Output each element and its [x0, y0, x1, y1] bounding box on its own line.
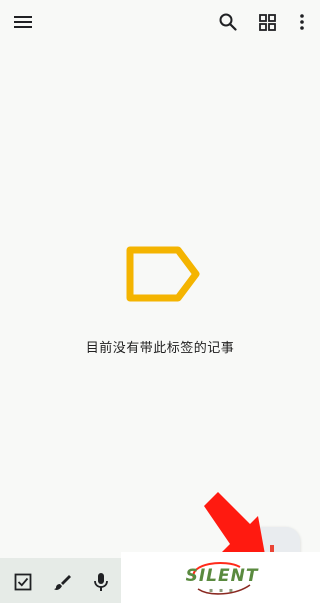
label-outline-icon — [122, 244, 202, 304]
microphone-icon[interactable] — [89, 570, 113, 594]
search-icon[interactable] — [216, 10, 240, 34]
watermark-text: SILENT — [185, 566, 259, 586]
more-vert-icon[interactable] — [290, 10, 314, 34]
bottom-toolbar — [0, 558, 121, 603]
checkbox-icon[interactable] — [11, 570, 35, 594]
grid-view-icon[interactable] — [255, 10, 279, 34]
brush-icon[interactable] — [50, 570, 74, 594]
silent-watermark-logo: SILENT ▪ ▪ ▪ — [180, 557, 264, 599]
keep-label-screen: 目前没有带此标签的记事 SILENT ▪ ▪ ▪ — [0, 0, 320, 603]
watermark-sub-dots: ▪ ▪ ▪ — [208, 587, 235, 594]
hamburger-menu-icon[interactable] — [11, 10, 35, 34]
empty-state-message: 目前没有带此标签的记事 — [85, 341, 235, 356]
